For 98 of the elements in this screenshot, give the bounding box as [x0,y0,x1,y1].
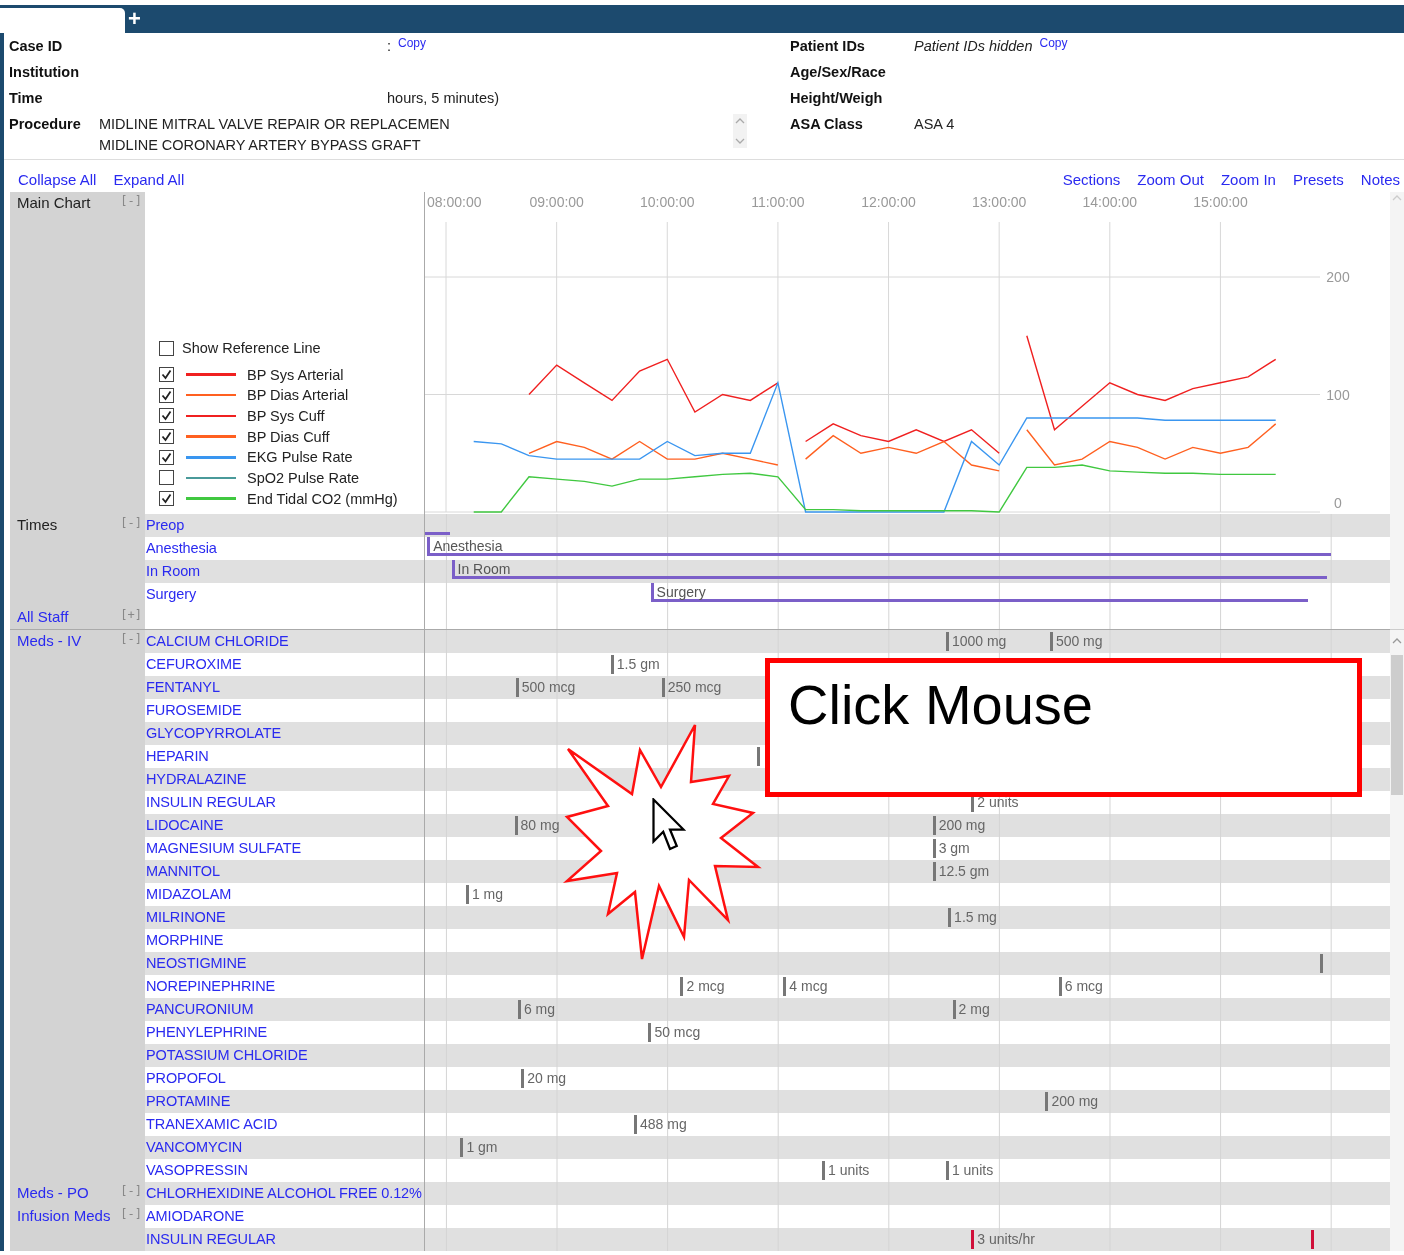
med-link[interactable]: HEPARIN [145,748,209,764]
field-value: ASA 4 [914,115,955,134]
dose-mark: 12.5 gm [932,862,990,881]
dose-tick [1319,954,1323,973]
med-link[interactable]: CEFUROXIME [145,656,242,672]
section-label[interactable]: All Staff [17,607,69,627]
med-link[interactable]: MIDAZOLAM [145,886,232,902]
med-link[interactable]: VASOPRESSIN [145,1162,248,1178]
section-label[interactable]: Meds - PO [17,1183,89,1203]
dose-mark: 200 mg [1045,1092,1099,1111]
field-label: ASA Class [790,115,864,134]
axis-label: 09:00:00 [529,194,584,210]
time-link[interactable]: Surgery [145,586,197,602]
med-link[interactable]: AMIODARONE [145,1208,245,1224]
field-value: : [387,37,392,56]
section-label[interactable]: Meds - IV [17,631,82,651]
dose-mark: 80 mg [514,816,560,835]
dose-mark: 500 mcg [515,678,576,697]
field-label: Height/Weigh [790,89,884,108]
axis-label: 10:00:00 [640,194,695,210]
field-label: Age/Sex/Race [790,63,887,82]
checkbox[interactable] [159,491,174,507]
timeline-bar: Anesthesia [427,537,1331,556]
time-link[interactable]: Preop [145,517,185,533]
checkbox[interactable] [159,470,174,486]
med-link[interactable]: NOREPINEPHRINE [145,978,276,994]
field-value: hours, 5 minutes) [387,89,500,108]
dose-mark: 250 mcg [661,678,722,697]
procedure-value: MIDLINE MITRAL VALVE REPAIR OR REPLACEMEN MIDLINE CORONARY ARTERY BYPASS GRAFT [99,115,451,155]
field-label: Time [9,89,44,108]
toolbar-link[interactable]: Sections [1062,171,1121,188]
dose-mark: 2 mg [952,1000,990,1019]
toolbar-link[interactable]: Zoom In [1220,171,1276,188]
med-link[interactable]: INSULIN REGULAR [145,794,276,810]
dose-mark: 1000 mg [945,632,1007,651]
legend-label: End Tidal CO2 (mmHg) [247,490,398,507]
scrollbar-thumb[interactable] [1391,655,1403,795]
axis-label: 13:00:00 [971,194,1027,210]
toolbar-link[interactable]: Zoom Out [1137,171,1204,188]
toolbar-link[interactable]: Collapse All [18,171,97,188]
checkbox[interactable] [159,449,174,465]
legend-label: BP Dias Cuff [247,428,330,445]
new-tab-button[interactable]: + [125,5,144,33]
dose-mark: 3 units/hr [971,1230,1035,1249]
section-label: Main Chart [17,193,91,213]
timeline-bar: In Room [451,560,1328,579]
axis-label: 08:00:00 [427,194,482,210]
med-link[interactable]: PHENYLEPHRINE [145,1024,268,1040]
axis-label: 100 [1326,386,1350,403]
dose-mark: 500 mg [1049,632,1103,651]
med-link[interactable]: PROPOFOL [145,1070,226,1086]
checkbox-label: Show Reference Line [182,340,321,357]
axis-label: 15:00:00 [1193,194,1248,210]
section-label[interactable]: Infusion Meds [17,1206,111,1226]
checkbox[interactable] [159,408,174,424]
toolbar-link[interactable]: Expand All [113,171,185,188]
copy-link[interactable]: Copy [398,34,427,52]
field-value: Patient IDs hidden [914,37,1033,56]
axis-label: 14:00:00 [1082,194,1138,210]
time-link[interactable]: Anesthesia [145,540,217,556]
checkbox[interactable] [159,429,174,445]
dose-mark: 1 gm [460,1138,498,1157]
legend-label: BP Sys Cuff [247,407,325,424]
axis-label: 0 [1334,495,1342,511]
med-link[interactable]: TRANEXAMIC ACID [145,1116,278,1132]
med-link[interactable]: FUROSEMIDE [145,702,242,718]
dose-tick [1310,1230,1314,1249]
timeline-bar: Surgery [650,583,1308,602]
checkbox[interactable] [159,367,174,383]
dose-mark: 6 mg [517,1000,555,1019]
legend-label: BP Dias Arterial [247,387,349,404]
dose-mark: 1.5 mg [948,908,997,927]
med-link[interactable]: MORPHINE [145,932,224,948]
scrollbar[interactable] [1390,630,1404,1251]
field-label: Procedure [9,115,82,134]
section-label: Times [17,515,58,535]
checkbox[interactable] [159,387,174,403]
checkbox[interactable] [159,340,174,356]
toolbar-link[interactable]: Notes [1360,171,1400,188]
med-link[interactable]: FENTANYL [145,679,220,695]
time-link[interactable]: In Room [145,563,201,579]
med-link[interactable]: MANNITOL [145,863,220,879]
callout-box: Click Mouse [765,658,1362,797]
axis-label: 200 [1326,269,1350,285]
med-link[interactable]: LIDOCAINE [145,817,224,833]
dose-mark: 200 mg [932,816,986,835]
axis-label: 12:00:00 [861,194,916,210]
copy-link[interactable]: Copy [1039,34,1068,52]
med-link[interactable]: MAGNESIUM SULFATE [145,840,302,856]
field-label: Institution [9,63,81,82]
axis-label: 11:00:00 [751,194,805,210]
legend-label: BP Sys Arterial [247,366,344,383]
legend-label: SpO2 Pulse Rate [247,469,360,486]
scrollbar[interactable] [1390,192,1404,630]
legend-label: EKG Pulse Rate [247,449,353,466]
field-label: Patient IDs [790,37,866,56]
field-label: Case ID [9,37,64,56]
toolbar-link[interactable]: Presets [1292,171,1344,188]
